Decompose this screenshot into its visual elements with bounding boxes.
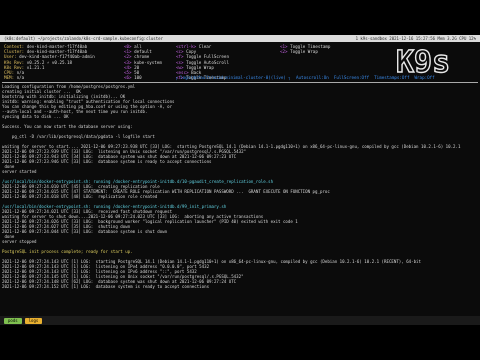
header-divider — [2, 82, 478, 83]
entry-key: MEM: — [4, 75, 15, 81]
titlebar-left: (k8s:default) ~/projects/zalando/k8s-crd… — [4, 36, 163, 41]
breadcrumb-pods[interactable]: pods — [4, 317, 22, 324]
logs-view-title: ┌ logs(default/acid-minimal-cluster-0)(l… — [175, 75, 435, 80]
entry-key: <6> — [124, 75, 132, 81]
log-line: 2021-12-06 09:27:24.152 UTC [1] LOG: dat… — [2, 284, 210, 289]
header-entry: MEM: n/a — [4, 75, 95, 80]
entry-value: n/a — [16, 75, 25, 81]
entry-value: 100 — [134, 75, 142, 81]
letterbox-top — [0, 0, 480, 35]
breadcrumb-bar: pods logs — [0, 316, 480, 325]
entry-value: v1.21.1 — [26, 64, 45, 70]
letterbox-bottom — [0, 325, 480, 360]
entry-key: <2> — [280, 49, 288, 55]
terminal-screen: (k8s:default) ~/projects/zalando/k8s-crd… — [0, 35, 480, 325]
breadcrumb-logs[interactable]: logs — [24, 317, 43, 324]
entry-value: Toggle Wrap — [290, 49, 318, 55]
header-entry[interactable]: <6> 100 — [124, 75, 162, 80]
namespace-shortcuts: <0> all <1> default <2> chrome <3> kube-sys… — [124, 44, 162, 80]
entry-value: Clear — [198, 44, 212, 49]
cluster-info: Context: dev-kind-master-f17f40ab Cluster… — [4, 44, 95, 80]
log-output[interactable]: Loading configuration from /home/postgre… — [2, 84, 478, 314]
hotkey-menu-extra: <1> Toggle Timestamp <2> Toggle Wrap — [280, 44, 330, 54]
header-entry[interactable]: <2> Toggle Wrap — [280, 49, 330, 54]
k9s-header: Context: dev-kind-master-f17f40ab Cluster… — [0, 42, 480, 82]
